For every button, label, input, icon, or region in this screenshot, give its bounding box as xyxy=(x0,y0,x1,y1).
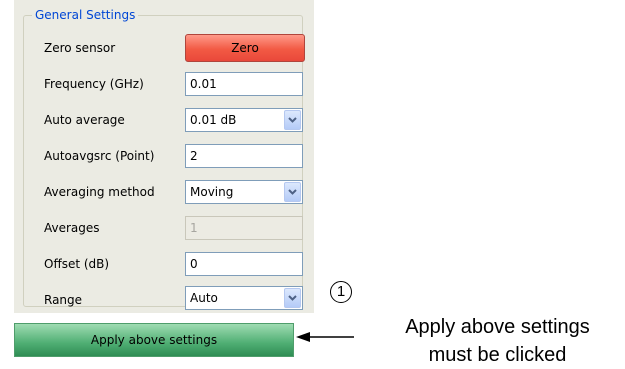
offset-input[interactable]: 0 xyxy=(185,252,303,276)
settings-panel: General Settings Zero sensor Zero Freque… xyxy=(14,0,314,313)
averages-label: Averages xyxy=(44,221,100,235)
callout-text: Apply above settings must be clicked xyxy=(370,313,625,369)
chevron-down-icon[interactable] xyxy=(284,182,301,202)
auto-average-select[interactable]: 0.01 dB xyxy=(185,108,303,132)
zero-sensor-label: Zero sensor xyxy=(44,41,116,55)
autoavgsrc-input[interactable]: 2 xyxy=(185,144,303,168)
callout-line-2: must be clicked xyxy=(428,344,567,366)
auto-average-value: 0.01 dB xyxy=(190,113,237,127)
chevron-down-icon[interactable] xyxy=(284,110,301,130)
zero-button[interactable]: Zero xyxy=(185,34,305,62)
callout-number: 1 xyxy=(330,281,352,303)
apply-settings-button[interactable]: Apply above settings xyxy=(14,323,294,357)
callout-arrow-icon xyxy=(296,332,354,342)
averaging-method-value: Moving xyxy=(190,185,234,199)
range-select[interactable]: Auto xyxy=(185,286,303,310)
auto-average-label: Auto average xyxy=(44,113,125,127)
range-value: Auto xyxy=(190,291,218,305)
averaging-method-select[interactable]: Moving xyxy=(185,180,303,204)
chevron-down-icon[interactable] xyxy=(284,288,301,308)
callout-line-1: Apply above settings xyxy=(405,316,590,338)
offset-label: Offset (dB) xyxy=(44,257,110,271)
averaging-method-label: Averaging method xyxy=(44,185,155,199)
group-title: General Settings xyxy=(32,7,139,23)
autoavgsrc-label: Autoavgsrc (Point) xyxy=(44,149,155,163)
frequency-label: Frequency (GHz) xyxy=(44,77,144,91)
averages-input: 1 xyxy=(185,216,303,240)
range-label: Range xyxy=(44,293,83,307)
frequency-input[interactable]: 0.01 xyxy=(185,72,303,96)
